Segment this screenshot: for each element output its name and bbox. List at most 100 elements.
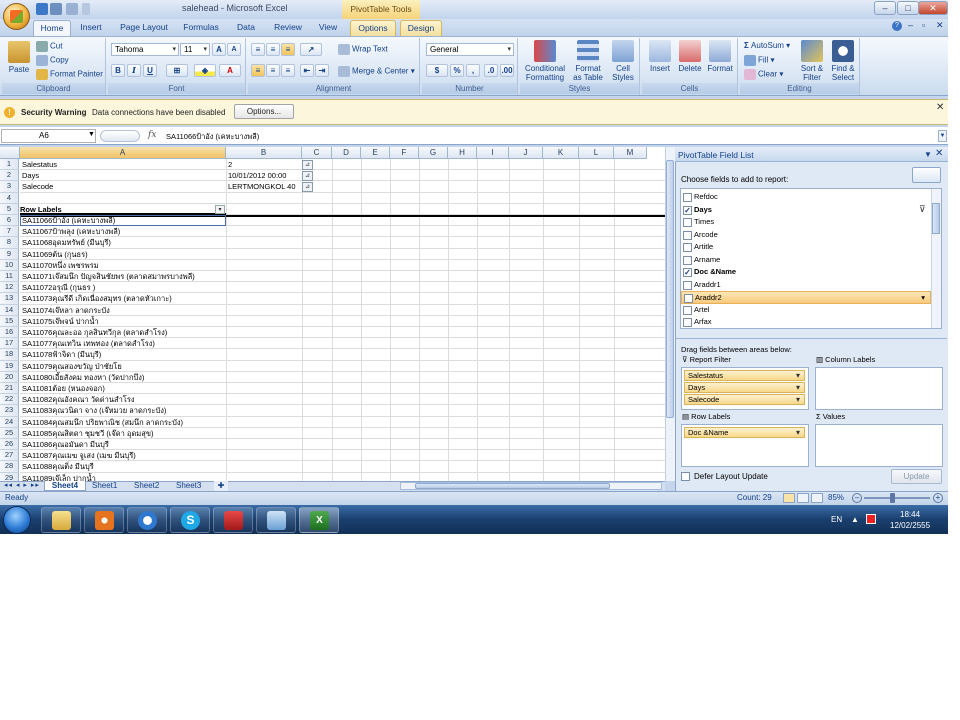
align-bottom-button[interactable]: ≡ [281, 43, 295, 56]
align-center-button[interactable]: ≡ [266, 64, 280, 77]
field-checkbox[interactable] [684, 294, 693, 303]
row-header[interactable]: 26 [0, 439, 19, 451]
fill-color-button[interactable]: ◈ [194, 64, 216, 77]
row-label-cell[interactable]: SA11077คุณเทวิน เทพทอง (ตลาดสำโรง) [22, 338, 226, 349]
row-label-cell[interactable]: SA11081ต้อย (หนองจอก) [22, 383, 226, 394]
row-header[interactable]: 20 [0, 371, 19, 383]
field-checkbox[interactable] [683, 255, 692, 265]
expand-formula-icon[interactable]: ▼ [938, 130, 947, 142]
row-header[interactable]: 3 [0, 181, 19, 193]
font-name-select[interactable]: Tahoma [111, 43, 179, 56]
row-label-cell[interactable]: SA11072อรุณี (กุนธร ) [22, 282, 226, 293]
filter-chip-salecode[interactable]: Salecode [684, 394, 805, 405]
format-cells-button[interactable]: Format [706, 40, 734, 73]
field-item[interactable]: Refdoc [681, 191, 931, 204]
page-layout-view-icon[interactable] [797, 493, 809, 503]
format-as-table-button[interactable]: Format as Table [572, 40, 604, 82]
taskbar-explorer[interactable] [41, 507, 81, 533]
normal-view-icon[interactable] [783, 493, 795, 503]
close-warning-icon[interactable]: ✕ [936, 102, 944, 113]
align-left-button[interactable]: ≡ [251, 64, 265, 77]
tab-page-layout[interactable]: Page Layout [114, 20, 174, 36]
filter-value-cell[interactable]: 2 [228, 159, 300, 170]
zoom-level[interactable]: 85% [828, 493, 844, 502]
field-item[interactable]: Araddr1 [681, 279, 931, 292]
align-middle-button[interactable]: ≡ [266, 43, 280, 56]
name-box[interactable]: A6 [1, 129, 96, 143]
filter-chip-salestatus[interactable]: Salestatus [684, 370, 805, 381]
office-button[interactable] [3, 3, 30, 30]
field-checkbox[interactable] [683, 243, 692, 252]
zoom-slider-knob[interactable] [890, 493, 895, 503]
paste-button[interactable]: Paste [6, 41, 32, 74]
qat-customize-icon[interactable] [82, 3, 90, 15]
borders-button[interactable]: ⊞ [166, 64, 188, 77]
row-header[interactable]: 16 [0, 327, 19, 339]
tab-formulas[interactable]: Formulas [178, 20, 224, 36]
column-header-c[interactable]: C [302, 147, 332, 159]
merge-center-button[interactable]: Merge & Center ▾ [338, 66, 415, 77]
field-checkbox[interactable]: ✓ [683, 205, 692, 215]
row-header[interactable]: 19 [0, 360, 19, 372]
row-label-cell[interactable]: SA11068อุดมทรัพย์ (มีนบุรี) [22, 237, 226, 248]
field-checkbox[interactable] [683, 305, 692, 315]
sheet-tab-sheet1[interactable]: Sheet1 [92, 481, 117, 491]
row-header[interactable]: 11 [0, 271, 19, 283]
zoom-out-icon[interactable]: – [852, 493, 862, 503]
row-label-cell[interactable]: SA11079คุณสองขวัญ ป่าชัยโย [22, 361, 226, 372]
field-checkbox[interactable] [683, 230, 692, 240]
column-header-a[interactable]: A [20, 147, 226, 159]
ribbon-minimize-icon[interactable]: – [908, 20, 913, 30]
row-header[interactable]: 7 [0, 226, 19, 238]
zoom-in-icon[interactable]: + [933, 493, 943, 503]
row-header[interactable]: 21 [0, 383, 19, 395]
row-header[interactable]: 22 [0, 394, 19, 406]
zoom-slider[interactable] [864, 497, 930, 499]
security-options-button[interactable]: Options... [234, 104, 294, 119]
row-header[interactable]: 17 [0, 338, 19, 350]
increase-decimal-button[interactable]: .0 [484, 64, 498, 77]
comma-button[interactable]: , [466, 64, 480, 77]
find-select-button[interactable]: Find & Select [828, 40, 858, 82]
row-header[interactable]: 2 [0, 170, 19, 182]
wrap-text-button[interactable]: Wrap Text [338, 44, 388, 55]
row-header[interactable]: 9 [0, 248, 19, 260]
filter-dropdown-icon[interactable]: ⊿ [302, 160, 313, 170]
values-area[interactable] [815, 424, 943, 467]
row-header[interactable]: 5 [0, 203, 19, 215]
formula-input[interactable]: SA11066ป้าอัง (เคหะบางพลี) [166, 131, 259, 143]
row-label-cell[interactable]: SA11087คุณเมฆ จูเสง (เมฆ มีนบุรี) [22, 450, 226, 461]
field-item[interactable]: ✓ Days [681, 204, 931, 217]
row-label-cell[interactable]: SA11074เจ๊หลา ลาดกระบัง [22, 305, 226, 316]
formula-bar-handle[interactable] [100, 130, 140, 142]
field-item[interactable]: ✓ Doc &Name [681, 266, 931, 279]
tab-design[interactable]: Design [400, 20, 442, 36]
redo-icon[interactable] [66, 3, 78, 15]
row-header[interactable]: 14 [0, 304, 19, 316]
row-label-cell[interactable]: SA11071เจ๊สมนึก ปัญจสินชัยพร (ตลาดสมาพรบ… [22, 271, 226, 282]
shrink-font-button[interactable]: A [227, 43, 241, 56]
column-header-g[interactable]: G [419, 147, 448, 159]
taskbar-media-player[interactable] [84, 507, 124, 533]
delete-cells-button[interactable]: Delete [676, 40, 704, 73]
column-header-j[interactable]: J [509, 147, 543, 159]
percent-button[interactable]: % [450, 64, 464, 77]
row-header[interactable]: 18 [0, 349, 19, 361]
column-header-d[interactable]: D [332, 147, 361, 159]
format-painter-button[interactable]: Format Painter [36, 69, 103, 80]
filter-dropdown-icon[interactable]: ⊿ [302, 182, 313, 193]
filter-dropdown-icon[interactable]: ⊿ [302, 171, 313, 182]
copy-button[interactable]: Copy [36, 55, 69, 66]
column-header-b[interactable]: B [226, 147, 302, 159]
row-label-cell[interactable]: SA11089เจ๊เล็ก ปากน้ำ [22, 473, 226, 481]
field-item[interactable]: Arname [681, 254, 931, 267]
grow-font-button[interactable]: A [212, 43, 226, 56]
field-checkbox[interactable] [683, 280, 692, 290]
align-top-button[interactable]: ≡ [251, 43, 265, 56]
clear-button[interactable]: Clear ▾ [744, 69, 783, 80]
cell-styles-button[interactable]: Cell Styles [608, 40, 638, 82]
report-filter-area[interactable]: Salestatus Days Salecode [681, 367, 809, 410]
font-size-select[interactable]: 11 [180, 43, 210, 56]
sort-filter-button[interactable]: Sort & Filter [798, 40, 826, 82]
row-label-cell[interactable]: SA11073คุณรีดี เกิดเนื่องสมุทร (ตลาดหัวเ… [22, 293, 226, 304]
